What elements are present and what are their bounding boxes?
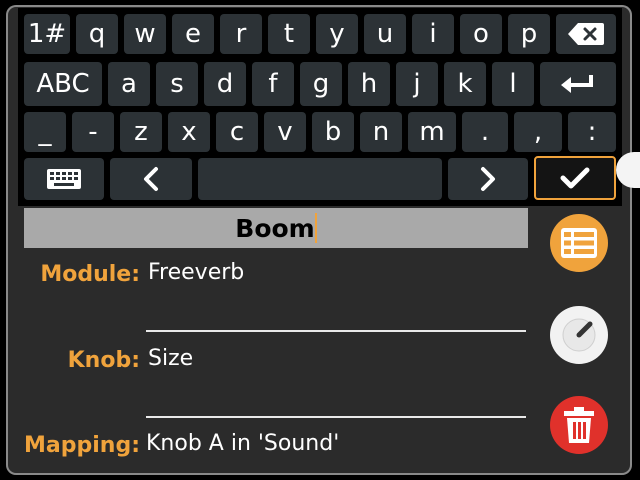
key-a[interactable]: a xyxy=(108,62,150,106)
trash-icon xyxy=(564,407,594,443)
key-e[interactable]: e xyxy=(172,14,214,54)
on-screen-keyboard: 1# q w e r t y u i o p ABC a s d f g h j… xyxy=(18,8,622,206)
knob-underline xyxy=(146,416,526,418)
key-v[interactable]: v xyxy=(264,112,306,152)
key-n[interactable]: n xyxy=(360,112,402,152)
key-colon[interactable]: : xyxy=(568,112,616,152)
check-icon xyxy=(560,167,590,189)
module-underline xyxy=(146,330,526,332)
key-x[interactable]: x xyxy=(168,112,210,152)
key-d[interactable]: d xyxy=(204,62,246,106)
key-underscore[interactable]: _ xyxy=(24,112,66,152)
key-comma[interactable]: , xyxy=(514,112,562,152)
key-p[interactable]: p xyxy=(508,14,550,54)
knob-label: Knob: xyxy=(67,348,140,373)
key-s[interactable]: s xyxy=(156,62,198,106)
enter-icon xyxy=(561,75,593,93)
list-button[interactable] xyxy=(550,214,608,272)
key-c[interactable]: c xyxy=(216,112,258,152)
key-r[interactable]: r xyxy=(220,14,262,54)
key-f[interactable]: f xyxy=(252,62,294,106)
cursor-left-key[interactable] xyxy=(110,158,192,200)
name-input-value: Boom xyxy=(235,213,315,243)
module-label: Module: xyxy=(40,262,140,287)
key-dash[interactable]: - xyxy=(72,112,114,152)
key-g[interactable]: g xyxy=(300,62,342,106)
key-h[interactable]: h xyxy=(348,62,390,106)
knob-icon xyxy=(562,318,596,352)
key-period[interactable]: . xyxy=(462,112,508,152)
key-b[interactable]: b xyxy=(312,112,354,152)
mapping-value: Knob A in 'Sound' xyxy=(146,431,340,456)
key-symbols[interactable]: 1# xyxy=(24,14,70,54)
key-u[interactable]: u xyxy=(364,14,406,54)
key-w[interactable]: w xyxy=(124,14,166,54)
key-j[interactable]: j xyxy=(396,62,438,106)
keyboard-icon xyxy=(47,169,81,189)
key-k[interactable]: k xyxy=(444,62,486,106)
text-caret xyxy=(314,213,317,243)
key-z[interactable]: z xyxy=(120,112,162,152)
key-l[interactable]: l xyxy=(492,62,534,106)
key-t[interactable]: t xyxy=(268,14,310,54)
backspace-icon xyxy=(568,23,604,45)
knob-value: Size xyxy=(148,346,194,371)
confirm-key[interactable] xyxy=(534,156,616,200)
enter-key[interactable] xyxy=(540,62,616,106)
key-abc[interactable]: ABC xyxy=(24,62,102,106)
delete-button[interactable] xyxy=(550,396,608,454)
key-m[interactable]: m xyxy=(408,112,456,152)
keyboard-toggle-key[interactable] xyxy=(24,158,104,200)
list-icon xyxy=(561,228,597,258)
chevron-left-icon xyxy=(144,167,158,191)
chevron-right-icon xyxy=(481,167,495,191)
key-y[interactable]: y xyxy=(316,14,358,54)
knob-button[interactable] xyxy=(550,306,608,364)
space-key[interactable] xyxy=(198,158,442,200)
key-q[interactable]: q xyxy=(76,14,118,54)
backspace-key[interactable] xyxy=(556,14,616,54)
module-value: Freeverb xyxy=(148,260,245,285)
mapping-label: Mapping: xyxy=(24,433,140,458)
key-o[interactable]: o xyxy=(460,14,502,54)
name-input[interactable]: Boom xyxy=(24,208,528,248)
key-i[interactable]: i xyxy=(412,14,454,54)
cursor-right-key[interactable] xyxy=(448,158,528,200)
